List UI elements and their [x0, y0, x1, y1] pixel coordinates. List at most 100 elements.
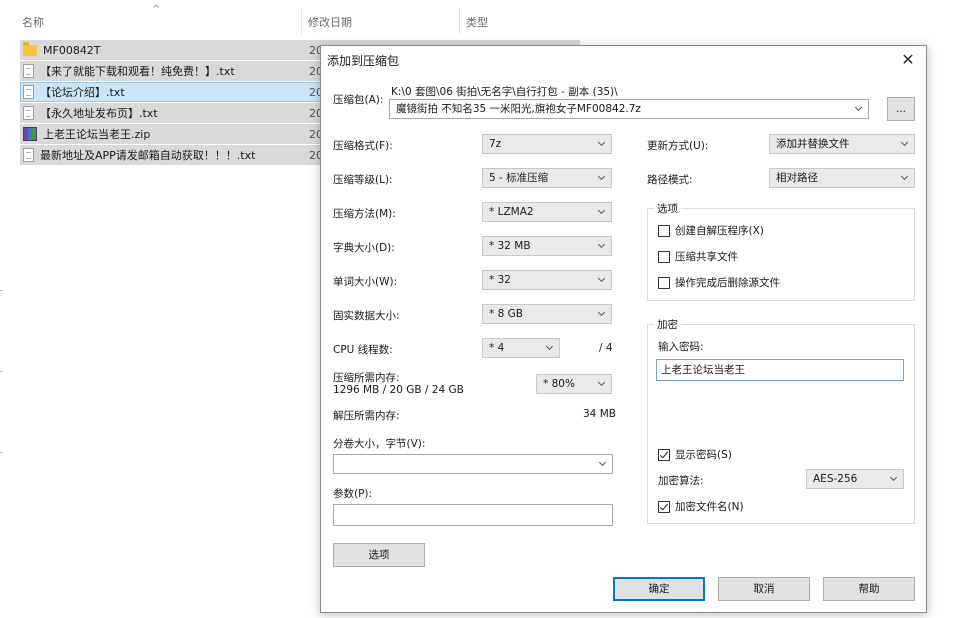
- help-button[interactable]: 帮助: [823, 577, 915, 601]
- format-value: 7z: [489, 138, 502, 150]
- show-password-checkbox[interactable]: 显示密码(S): [658, 447, 732, 462]
- column-header-name[interactable]: 名称: [18, 8, 298, 36]
- close-icon[interactable]: ✕: [898, 50, 918, 70]
- encryption-method-label: 加密算法:: [658, 475, 704, 487]
- delete-after-checkbox[interactable]: 操作完成后删除源文件: [658, 275, 780, 290]
- solid-block-select[interactable]: * 8 GB: [482, 304, 612, 324]
- encrypt-names-label: 加密文件名(N): [675, 501, 744, 513]
- checkbox-box: [658, 250, 670, 263]
- level-select[interactable]: 5 - 标准压缩: [482, 168, 612, 188]
- text-file-icon: [23, 106, 34, 120]
- decompress-memory-label: 解压所需内存:: [333, 410, 400, 422]
- encryption-method-value: AES-256: [813, 473, 858, 485]
- chevron-down-icon: [597, 271, 607, 289]
- chevron-down-icon: [597, 375, 607, 393]
- update-mode-value: 添加并替换文件: [776, 138, 850, 150]
- text-file-icon: [23, 148, 34, 162]
- show-password-label: 显示密码(S): [675, 449, 732, 461]
- path-mode-select[interactable]: 相对路径: [769, 168, 915, 188]
- password-input[interactable]: 上老王论坛当老王: [656, 359, 904, 381]
- delete-after-label: 操作完成后删除源文件: [675, 277, 780, 289]
- text-file-icon: [23, 85, 34, 99]
- compress-memory-label: 压缩所需内存:: [333, 372, 400, 384]
- encryption-method-select[interactable]: AES-256: [806, 469, 904, 489]
- archive-file-name: 魔镜街拍 不知名35 一米阳光,旗袍女子MF00842.7z: [396, 103, 641, 115]
- level-value: 5 - 标准压缩: [489, 172, 549, 184]
- column-header-date[interactable]: 修改日期: [304, 8, 454, 36]
- dictionary-label: 字典大小(D):: [333, 242, 395, 254]
- dictionary-select[interactable]: * 32 MB: [482, 236, 612, 256]
- checkbox-box: [658, 276, 670, 289]
- archive-path-combo[interactable]: 魔镜街拍 不知名35 一米阳光,旗袍女子MF00842.7z: [389, 99, 869, 119]
- parameters-input[interactable]: [333, 504, 613, 526]
- column-divider[interactable]: [301, 8, 302, 34]
- chevron-down-icon: [597, 237, 607, 255]
- method-select[interactable]: * LZMA2: [482, 202, 612, 222]
- compress-shared-label: 压缩共享文件: [675, 251, 738, 263]
- solid-block-value: * 8 GB: [489, 308, 523, 320]
- folder-icon: [23, 42, 37, 56]
- checkbox-box: [658, 224, 670, 237]
- archive-label: 压缩包(A):: [333, 94, 384, 106]
- level-label: 压缩等级(L):: [333, 174, 393, 186]
- path-mode-label: 路径模式:: [647, 174, 693, 186]
- update-mode-select[interactable]: 添加并替换文件: [769, 134, 915, 154]
- cpu-threads-value: * 4: [489, 342, 505, 354]
- file-name: 【永久地址发布页】.txt: [40, 107, 158, 120]
- file-name: MF00842T: [43, 43, 101, 57]
- file-name: 【论坛介绍】.txt: [40, 86, 125, 99]
- solid-block-label: 固实数据大小:: [333, 310, 400, 322]
- encrypt-names-checkbox[interactable]: 加密文件名(N): [658, 499, 744, 514]
- browse-button[interactable]: ...: [887, 97, 915, 121]
- file-name: 上老王论坛当老王.zip: [43, 128, 151, 141]
- file-name: 【来了就能下载和观看！纯免费！】.txt: [40, 65, 235, 78]
- archive-icon: [23, 127, 37, 141]
- chevron-down-icon: [900, 135, 910, 153]
- encryption-group-title: 加密: [654, 317, 681, 332]
- method-value: * LZMA2: [489, 206, 534, 218]
- add-to-archive-dialog: 添加到压缩包 ✕ 压缩包(A): K:\0 套图\06 街拍\无名字\自行打包 …: [320, 45, 927, 613]
- word-size-label: 单词大小(W):: [333, 276, 398, 288]
- ok-button[interactable]: 确定: [613, 577, 705, 601]
- chevron-down-icon: [597, 305, 607, 323]
- path-mode-value: 相对路径: [776, 172, 818, 184]
- dictionary-value: * 32 MB: [489, 240, 531, 252]
- method-label: 压缩方法(M):: [333, 208, 396, 220]
- cancel-button[interactable]: 取消: [718, 577, 810, 601]
- compress-memory-detail: 1296 MB / 20 GB / 24 GB: [333, 384, 464, 396]
- format-select[interactable]: 7z: [482, 134, 612, 154]
- text-file-icon: [23, 64, 34, 78]
- parameters-label: 参数(P):: [333, 488, 373, 500]
- dialog-titlebar[interactable]: 添加到压缩包: [321, 46, 926, 74]
- chevron-down-icon: [597, 203, 607, 221]
- chevron-down-icon: [900, 169, 910, 187]
- word-size-select[interactable]: * 32: [482, 270, 612, 290]
- memory-usage-select[interactable]: * 80%: [536, 374, 612, 394]
- column-header-type[interactable]: 类型: [462, 8, 572, 36]
- options-button[interactable]: 选项: [333, 543, 425, 567]
- create-sfx-checkbox[interactable]: 创建自解压程序(X): [658, 223, 764, 238]
- create-sfx-label: 创建自解压程序(X): [675, 225, 764, 237]
- archive-folder-path: K:\0 套图\06 街拍\无名字\自行打包 - 副本 (35)\: [391, 86, 618, 98]
- update-mode-label: 更新方式(U):: [647, 140, 709, 152]
- chevron-down-icon: [598, 455, 608, 473]
- split-volume-label: 分卷大小，字节(V):: [333, 438, 426, 450]
- checkbox-checked-icon: [658, 500, 670, 513]
- cpu-threads-select[interactable]: * 4: [482, 338, 560, 358]
- encryption-group: 加密 输入密码: 上老王论坛当老王 显示密码(S) 加密算法: AES-256 …: [647, 317, 915, 524]
- chevron-down-icon: [545, 339, 555, 357]
- screen: ^ 名称 修改日期 类型 MF00842T 20 【来了就能下载和观看！纯免费！…: [0, 0, 960, 618]
- dialog-title: 添加到压缩包: [327, 53, 400, 68]
- chevron-down-icon: [597, 135, 607, 153]
- password-label: 输入密码:: [658, 341, 704, 353]
- options-group: 选项 创建自解压程序(X) 压缩共享文件 操作完成后删除源文件: [647, 201, 915, 301]
- chevron-down-icon: [889, 470, 899, 488]
- split-volume-combo[interactable]: [333, 454, 613, 474]
- checkbox-checked-icon: [658, 448, 670, 461]
- format-label: 压缩格式(F):: [333, 140, 393, 152]
- compress-shared-checkbox[interactable]: 压缩共享文件: [658, 249, 738, 264]
- options-group-title: 选项: [654, 201, 681, 216]
- column-divider[interactable]: [459, 8, 460, 34]
- chevron-down-icon: [597, 169, 607, 187]
- word-size-value: * 32: [489, 274, 511, 286]
